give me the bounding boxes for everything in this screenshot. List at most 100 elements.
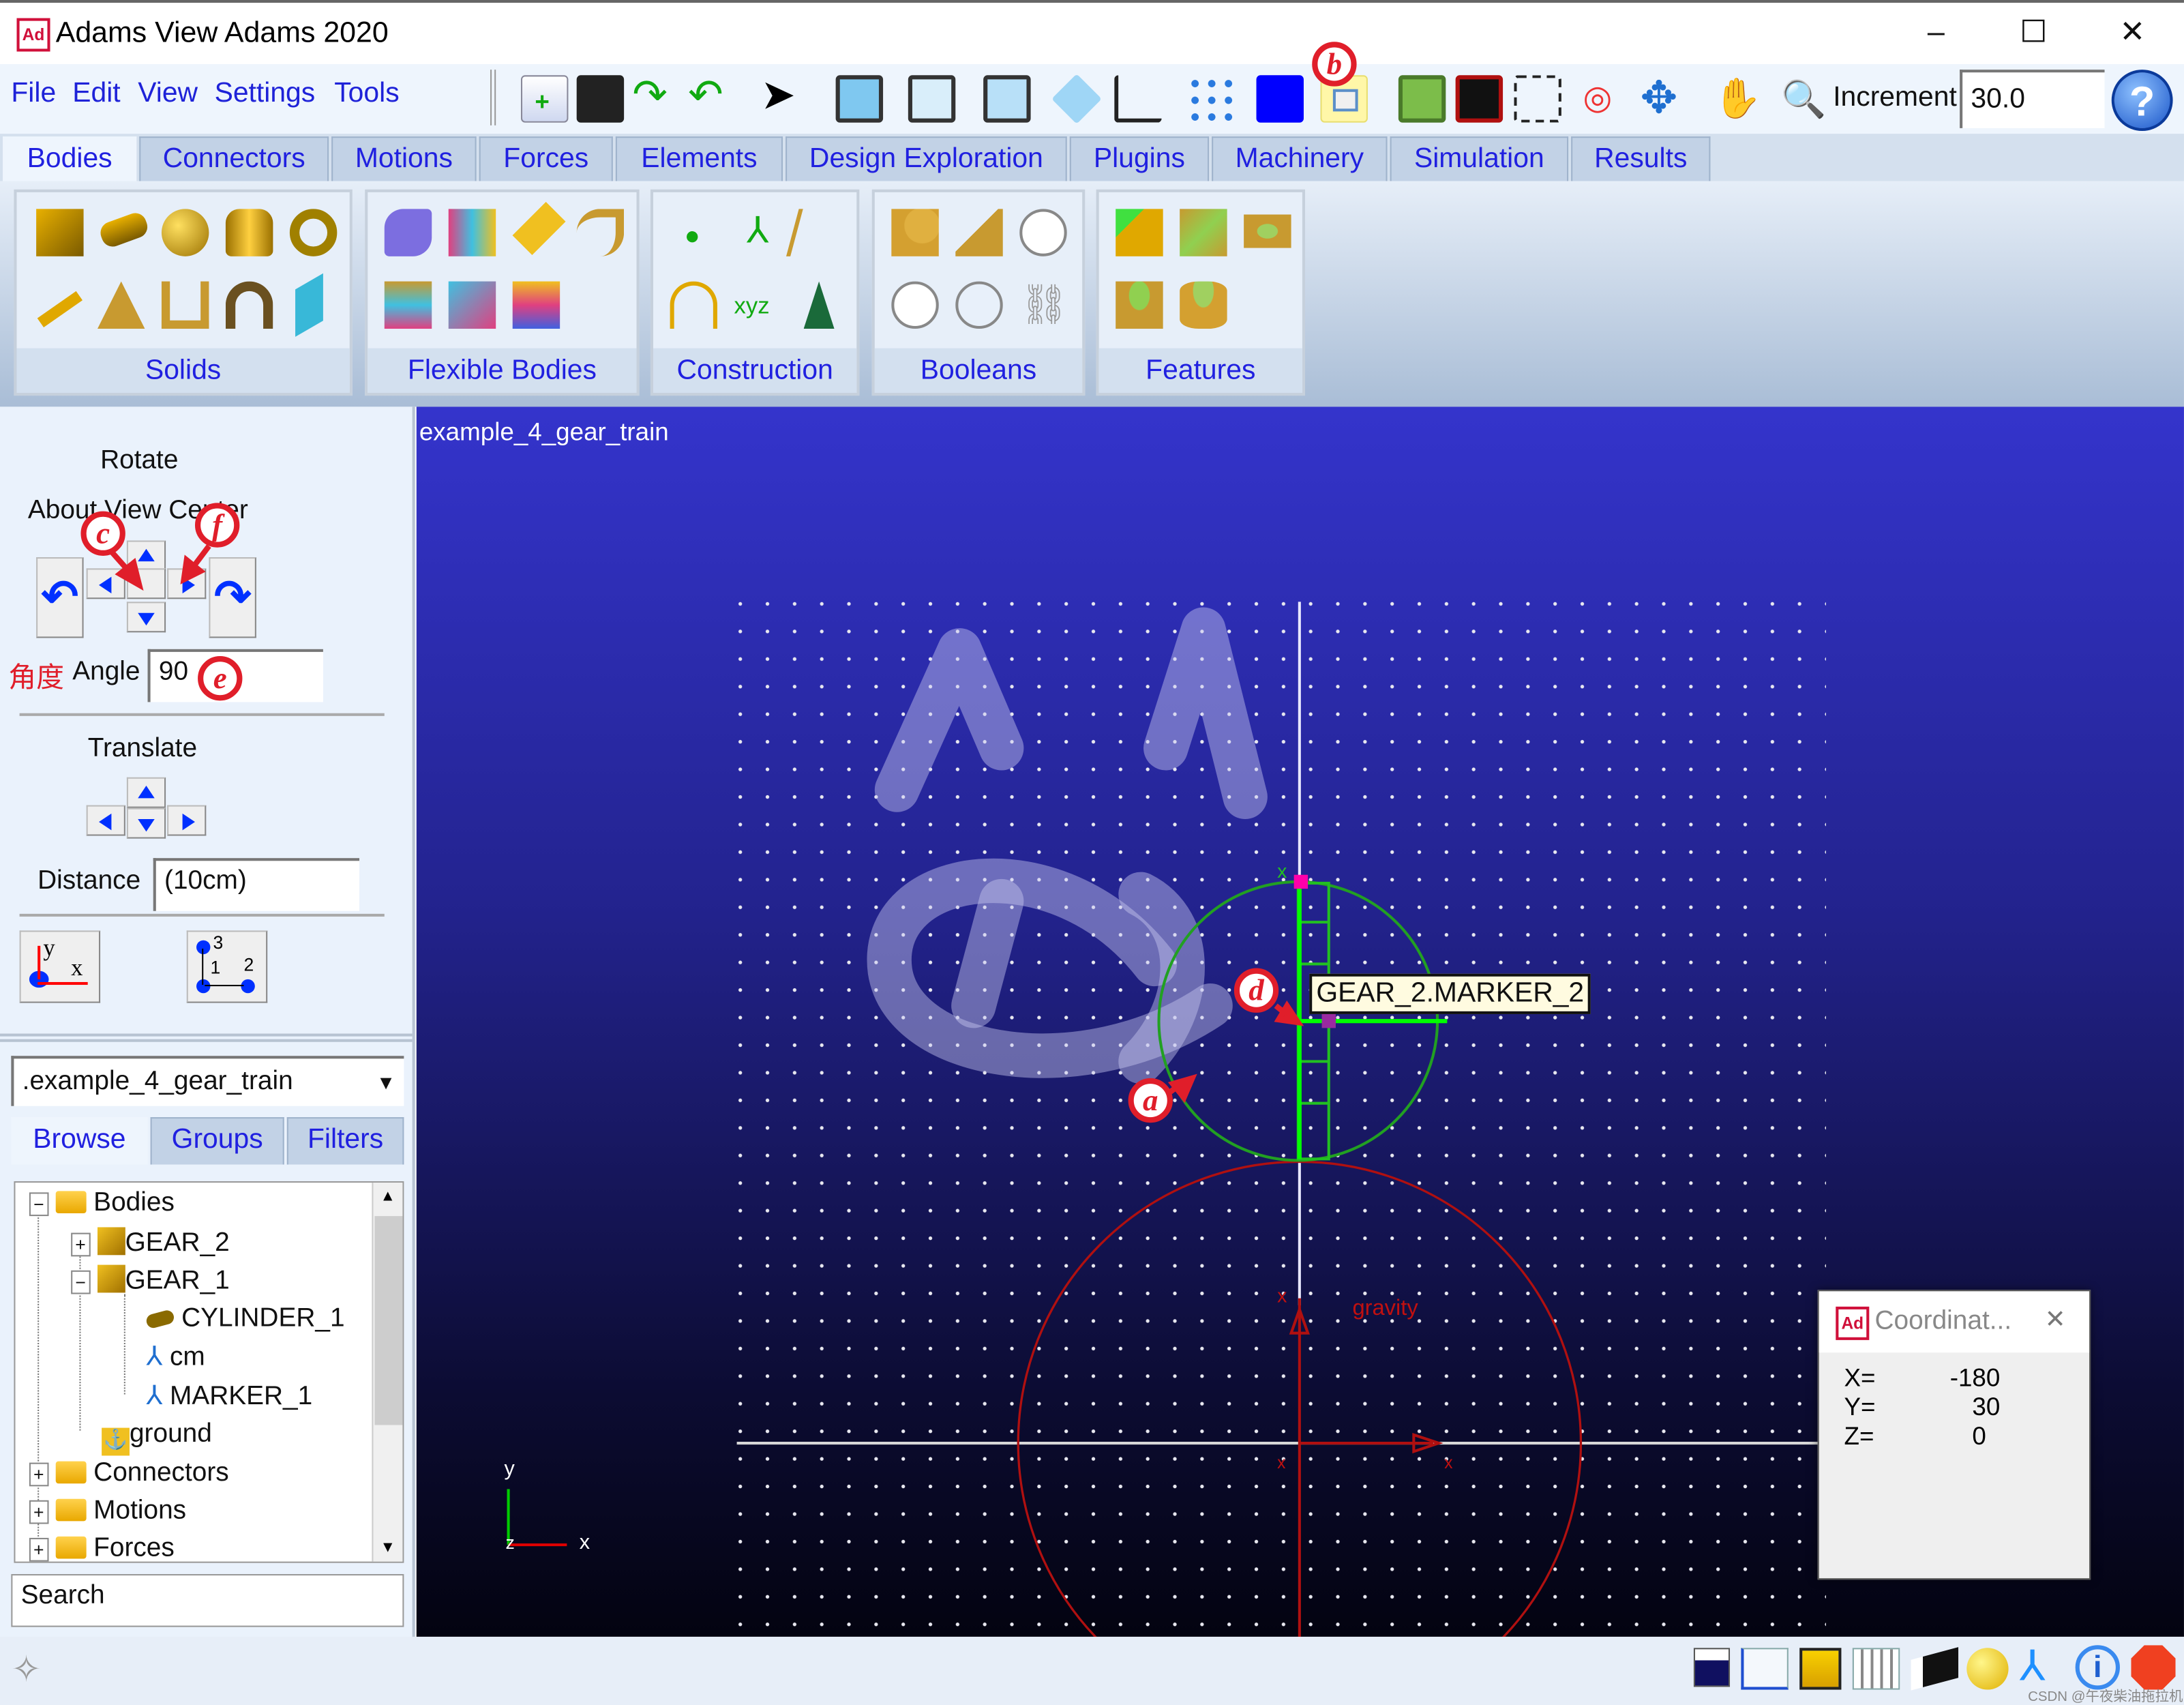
front-view-icon[interactable] xyxy=(835,75,884,123)
distance-input[interactable]: (10cm) xyxy=(153,858,360,911)
fit-icon[interactable] xyxy=(1398,75,1446,123)
menu-edit[interactable]: Edit xyxy=(72,78,120,110)
tree-item-cm[interactable]: ⅄ cm xyxy=(146,1341,205,1374)
tab-design-exploration[interactable]: Design Exploration xyxy=(786,136,1067,181)
point-icon[interactable] xyxy=(687,231,698,243)
search-input[interactable]: Search xyxy=(11,1574,404,1627)
cylinder-icon[interactable] xyxy=(97,209,151,250)
rotate-left-button[interactable] xyxy=(86,568,125,599)
sphere-icon[interactable] xyxy=(1966,1648,2009,1690)
menu-settings[interactable]: Settings xyxy=(215,78,316,110)
close-button[interactable]: ✕ xyxy=(2112,14,2153,50)
box-icon[interactable] xyxy=(36,209,84,256)
render-icon[interactable] xyxy=(1799,1648,1842,1690)
pan-hand-icon[interactable]: ✋ xyxy=(1714,75,1762,122)
extrusion-icon[interactable] xyxy=(161,281,209,329)
scroll-down-icon[interactable]: ▼ xyxy=(380,1539,395,1556)
stop-icon[interactable] xyxy=(2131,1645,2176,1690)
tab-elements[interactable]: Elements xyxy=(615,136,783,181)
torus-icon[interactable] xyxy=(289,209,338,256)
plane-icon[interactable] xyxy=(295,273,323,337)
save-icon[interactable] xyxy=(576,75,625,123)
tab-simulation[interactable]: Simulation xyxy=(1390,136,1569,181)
scroll-thumb[interactable] xyxy=(374,1216,403,1425)
flex-color-icon[interactable] xyxy=(512,281,560,329)
redo-icon[interactable]: ↷ xyxy=(632,74,679,122)
new-model-icon[interactable]: + xyxy=(520,75,569,123)
browser-tab-filters[interactable]: Filters xyxy=(286,1117,404,1165)
toolbar-grip[interactable] xyxy=(490,70,496,125)
increment-input[interactable]: 30.0 xyxy=(1960,70,2105,128)
marker-icon[interactable]: ⅄ xyxy=(734,209,781,256)
rotate-ccw-button[interactable]: ↶ xyxy=(36,557,84,638)
plate-icon[interactable] xyxy=(97,281,145,329)
split-icon[interactable] xyxy=(955,281,1003,329)
rotate-cw-button[interactable]: ↷ xyxy=(209,557,256,638)
table-icon[interactable] xyxy=(1852,1648,1900,1690)
tree-item-ground[interactable]: ⚓ ground xyxy=(102,1419,212,1456)
chamfer-icon[interactable] xyxy=(1116,209,1163,256)
sphere-icon[interactable] xyxy=(161,209,209,256)
tree-item-forces[interactable]: + Forces xyxy=(29,1534,175,1565)
tree-item-marker-1[interactable]: ⅄ MARKER_1 xyxy=(146,1380,312,1412)
viewflex-icon[interactable] xyxy=(384,209,432,256)
tab-forces[interactable]: Forces xyxy=(479,136,613,181)
menu-file[interactable]: File xyxy=(11,78,56,110)
revolution-icon[interactable] xyxy=(225,281,273,329)
minimize-button[interactable]: – xyxy=(1915,14,1957,50)
plot-icon[interactable] xyxy=(1741,1648,1789,1690)
translate-down-button[interactable] xyxy=(126,807,166,839)
top-view-icon[interactable] xyxy=(908,75,956,123)
flex-swap-icon[interactable] xyxy=(448,209,496,256)
spline-xyz-icon[interactable]: xyz xyxy=(734,293,781,340)
menu-tools[interactable]: Tools xyxy=(334,78,399,110)
panel-splitter[interactable] xyxy=(0,1033,413,1042)
background-color-icon[interactable] xyxy=(1693,1648,1731,1687)
translate-left-button[interactable] xyxy=(86,805,125,836)
intersect-icon[interactable] xyxy=(1019,209,1067,256)
rotate-up-button[interactable] xyxy=(126,540,166,572)
link-icon[interactable] xyxy=(37,291,83,328)
chevron-down-icon[interactable]: ▼ xyxy=(376,1064,395,1100)
select-arrow-icon[interactable]: ➤ xyxy=(760,74,807,122)
tab-motions[interactable]: Motions xyxy=(331,136,477,181)
tab-machinery[interactable]: Machinery xyxy=(1212,136,1388,181)
tab-bodies[interactable]: Bodies xyxy=(3,136,137,181)
shaded-box-icon[interactable] xyxy=(1911,1647,1959,1691)
tab-results[interactable]: Results xyxy=(1571,136,1711,181)
tree-item-gear-2[interactable]: + GEAR_2 xyxy=(71,1227,230,1259)
info-icon[interactable]: i xyxy=(2075,1645,2120,1690)
hole-icon[interactable] xyxy=(1244,214,1291,248)
zoom-icon[interactable]: 🔍 xyxy=(1780,75,1827,122)
arc-icon[interactable] xyxy=(670,281,717,329)
rotate-right-button[interactable] xyxy=(167,568,207,599)
flex-beam-icon[interactable] xyxy=(576,209,625,256)
maximize-button[interactable]: ☐ xyxy=(2013,14,2054,50)
view-center-icon[interactable]: ◎ xyxy=(1574,75,1621,122)
browser-tab-browse[interactable]: Browse xyxy=(11,1117,148,1165)
unite-icon[interactable] xyxy=(891,209,939,256)
merge-icon[interactable] xyxy=(955,209,1003,256)
flex-import-icon[interactable] xyxy=(384,281,432,329)
model-select[interactable]: .example_4_gear_train ▼ xyxy=(11,1056,404,1106)
translate-right-button[interactable] xyxy=(167,805,207,836)
frustum-icon[interactable] xyxy=(225,209,273,256)
rotate-icon[interactable]: ✥ xyxy=(1635,75,1682,122)
scroll-up-icon[interactable]: ▲ xyxy=(380,1188,395,1205)
tree-item-cylinder-1[interactable]: CYLINDER_1 xyxy=(145,1304,345,1335)
help-button[interactable]: ? xyxy=(2111,70,2173,131)
dummy-icon[interactable] xyxy=(803,281,835,329)
undo-icon[interactable]: ↶ xyxy=(688,74,735,122)
chain-icon[interactable]: ⛓ xyxy=(1019,282,1069,329)
rotate-down-button[interactable] xyxy=(126,602,166,633)
tab-connectors[interactable]: Connectors xyxy=(139,136,329,181)
zoom-box-icon[interactable] xyxy=(1455,75,1504,123)
iso-view-icon[interactable] xyxy=(1051,74,1102,124)
menu-view[interactable]: View xyxy=(138,78,198,110)
browser-tab-groups[interactable]: Groups xyxy=(150,1117,284,1165)
zoom-window-icon[interactable] xyxy=(1514,75,1561,123)
global-triad-button[interactable]: y x xyxy=(19,930,101,1003)
toggle-icons-icon[interactable] xyxy=(1186,75,1234,123)
coordinate-window-titlebar[interactable]: Ad Coordinat... ✕ xyxy=(1819,1291,2090,1353)
hollow-icon[interactable] xyxy=(1180,281,1227,329)
